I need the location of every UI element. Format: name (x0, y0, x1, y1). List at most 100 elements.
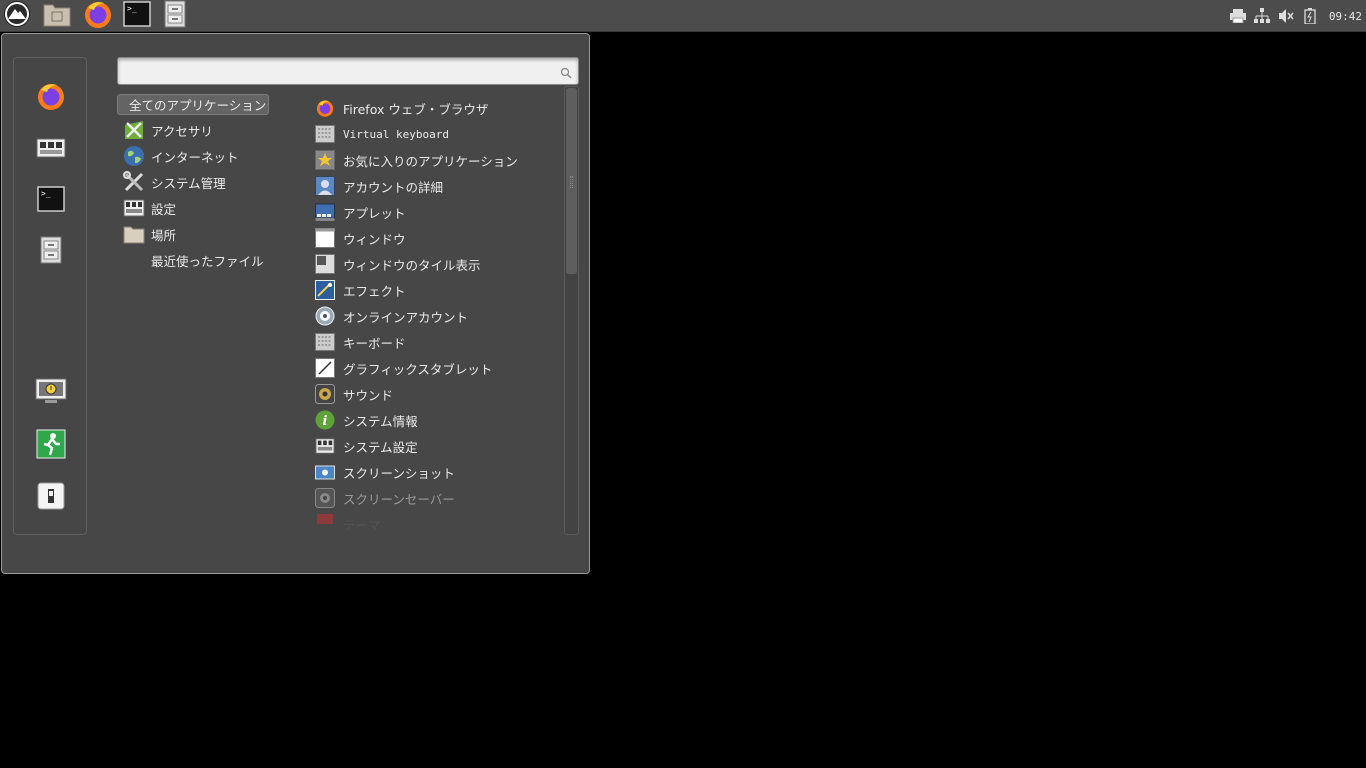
app-windows[interactable]: ウィンドウ (312, 225, 562, 251)
app-favorite-applications[interactable]: お気に入りのアプリケーション (312, 147, 562, 173)
network-icon[interactable] (1253, 7, 1271, 25)
printer-icon[interactable] (1229, 7, 1247, 25)
effects-icon (314, 279, 336, 301)
screensaver-icon (314, 487, 336, 509)
terminal-icon: >_ (123, 1, 151, 31)
category-label: 最近使ったファイル (151, 253, 264, 269)
online-accounts-icon (314, 305, 336, 327)
app-screenshot[interactable]: スクリーンショット (312, 459, 562, 485)
file-manager-icon (40, 236, 62, 268)
screenshot-icon (314, 461, 336, 483)
switch-user-button[interactable] (33, 480, 69, 516)
category-settings[interactable]: 設定 (117, 195, 307, 221)
lock-screen-icon (35, 378, 67, 410)
category-recent-files[interactable]: 最近使ったファイル (117, 247, 307, 273)
app-keyboard[interactable]: キーボード (312, 329, 562, 355)
sound-icon (314, 383, 336, 405)
app-graphics-tablet[interactable]: グラフィックスタブレット (312, 355, 562, 381)
app-themes[interactable]: テーマ (312, 511, 562, 535)
app-list-scrollbar[interactable] (564, 86, 579, 535)
category-places[interactable]: 場所 (117, 221, 307, 247)
window-tile-icon (314, 253, 336, 275)
home-folder-icon (42, 0, 72, 32)
app-virtual-keyboard[interactable]: Virtual keyboard (312, 121, 562, 147)
category-label: 全てのアプリケーション (129, 98, 267, 113)
tools-icon (123, 171, 145, 193)
keyboard-icon (314, 331, 336, 353)
logout-icon (36, 429, 66, 463)
volume-muted-icon[interactable] (1277, 7, 1295, 25)
app-label: サウンド (343, 387, 394, 403)
category-accessories[interactable]: アクセサリ (117, 117, 307, 143)
app-label: オンラインアカウント (343, 309, 469, 325)
user-account-icon (314, 175, 336, 197)
accessories-icon (123, 119, 145, 141)
firefox-launcher[interactable] (81, 1, 115, 31)
file-manager-launcher[interactable] (158, 0, 192, 32)
svg-text:i: i (323, 414, 328, 429)
app-label: アカウントの詳細 (343, 179, 444, 195)
window-icon (314, 227, 336, 249)
app-label: ウィンドウのタイル表示 (343, 257, 481, 273)
scrollbar-thumb[interactable] (566, 88, 577, 274)
category-all-applications[interactable]: 全てのアプリケーション (117, 94, 269, 115)
category-label: システム管理 (151, 175, 226, 191)
app-label: Firefox ウェブ・ブラウザ (343, 101, 489, 117)
theme-icon (314, 513, 336, 535)
app-firefox[interactable]: Firefox ウェブ・ブラウザ (312, 95, 562, 121)
category-label: 設定 (151, 201, 177, 217)
svg-text:>_: >_ (127, 4, 137, 13)
favorites-sidebar: >_ (13, 57, 87, 535)
settings-icon (123, 197, 145, 219)
category-label: アクセサリ (151, 123, 213, 139)
home-folder-launcher[interactable] (40, 1, 74, 31)
menu-button[interactable] (0, 1, 34, 31)
app-label: スクリーンショット (343, 465, 455, 481)
app-label: アプレット (343, 205, 406, 221)
firefox-icon (35, 80, 67, 116)
application-menu: >_ 全てのアプリケーション アクセサリ インターネット システム管理 設定 場… (1, 33, 590, 574)
category-label: 場所 (151, 227, 177, 243)
category-system[interactable]: システム管理 (117, 169, 307, 195)
app-label: キーボード (343, 335, 406, 351)
app-window-tiling[interactable]: ウィンドウのタイル表示 (312, 251, 562, 277)
app-applets[interactable]: アプレット (312, 199, 562, 225)
switch-user-icon (37, 482, 65, 514)
favorite-terminal[interactable]: >_ (33, 183, 69, 219)
battery-charging-icon[interactable] (1301, 7, 1319, 25)
search-box (117, 57, 579, 85)
app-sound[interactable]: サウンド (312, 381, 562, 407)
app-label: お気に入りのアプリケーション (343, 153, 518, 169)
app-effects[interactable]: エフェクト (312, 277, 562, 303)
search-input[interactable] (124, 62, 544, 80)
app-account-details[interactable]: アカウントの詳細 (312, 173, 562, 199)
svg-text:>_: >_ (41, 189, 51, 198)
app-label: システム設定 (343, 439, 418, 455)
info-icon: i (314, 409, 336, 431)
settings-manager-icon (36, 135, 66, 163)
app-screensaver[interactable]: スクリーンセーバー (312, 485, 562, 511)
filing-cabinet-icon (164, 0, 186, 32)
clock[interactable]: 09:42 (1329, 10, 1362, 23)
terminal-launcher[interactable]: >_ (120, 1, 154, 31)
favorite-firefox[interactable] (33, 80, 69, 116)
firefox-icon (82, 0, 114, 34)
category-internet[interactable]: インターネット (117, 143, 307, 169)
app-system-info[interactable]: i システム情報 (312, 407, 562, 433)
scrollbar-grip (570, 176, 573, 188)
firefox-icon (314, 97, 336, 119)
applet-icon (314, 201, 336, 223)
terminal-icon: >_ (37, 186, 65, 216)
lock-screen-button[interactable] (33, 376, 69, 412)
category-list: 全てのアプリケーション アクセサリ インターネット システム管理 設定 場所 最… (117, 94, 307, 273)
app-label: スクリーンセーバー (343, 491, 455, 507)
app-label: エフェクト (343, 283, 406, 299)
search-icon (560, 64, 572, 83)
app-online-accounts[interactable]: オンラインアカウント (312, 303, 562, 329)
top-panel: >_ 09:42 (0, 0, 1366, 32)
favorite-file-manager[interactable] (33, 234, 69, 270)
app-system-settings[interactable]: システム設定 (312, 433, 562, 459)
logout-button[interactable] (33, 428, 69, 464)
category-label: インターネット (151, 149, 239, 165)
favorite-settings-manager[interactable] (33, 131, 69, 167)
